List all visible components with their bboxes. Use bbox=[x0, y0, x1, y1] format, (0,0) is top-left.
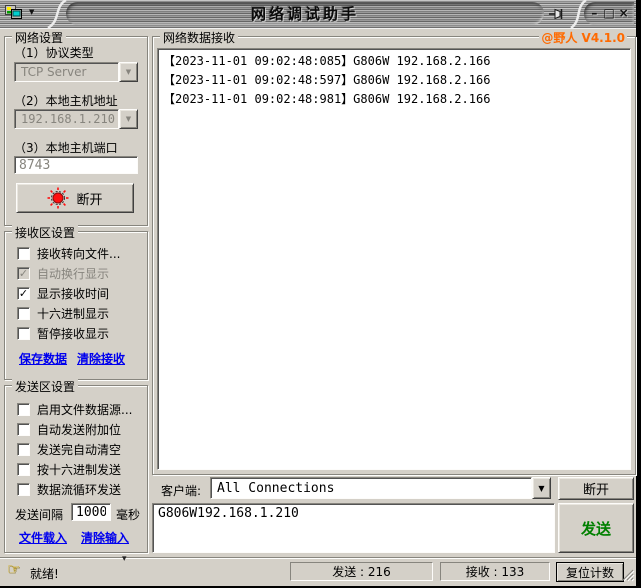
protocol-combobox[interactable]: TCP Server ▼ bbox=[14, 62, 138, 82]
checkbox-box[interactable]: ✓ bbox=[17, 423, 30, 436]
checkbox-box[interactable]: ✓ bbox=[17, 403, 30, 416]
protocol-dropdown-arrow-icon[interactable]: ▼ bbox=[119, 62, 138, 82]
send-settings-title: 发送区设置 bbox=[12, 378, 79, 395]
checkbox-loop-send[interactable]: ✓ 数据流循环发送 bbox=[17, 482, 121, 497]
network-data-receive-title: 网络数据接收 bbox=[160, 29, 239, 46]
address-combobox[interactable]: 192.168.1.210 ▼ bbox=[14, 109, 138, 129]
protocol-label: （1）协议类型 bbox=[14, 46, 94, 60]
send-button[interactable]: 发送 bbox=[558, 503, 634, 553]
disconnect-button-main[interactable]: 断开 bbox=[16, 183, 134, 213]
address-dropdown-arrow-icon[interactable]: ▼ bbox=[119, 109, 138, 129]
titlebar[interactable]: ▼ 网络调试助手 – □ × bbox=[0, 0, 636, 29]
address-label: （2）本地主机地址 bbox=[14, 94, 118, 108]
title-area: 网络调试助手 bbox=[66, 2, 544, 25]
client-combobox[interactable]: All Connections ▼ bbox=[210, 477, 551, 499]
log-line: 【2023-11-01 09:02:48:981】G806W 192.168.2… bbox=[163, 92, 491, 106]
checkbox-file-data-source[interactable]: ✓ 启用文件数据源... bbox=[17, 402, 132, 417]
reset-count-button[interactable]: 复位计数 bbox=[556, 562, 624, 582]
ready-hand-icon: ☞ bbox=[7, 560, 21, 578]
client-dropdown-arrow-icon[interactable]: ▼ bbox=[532, 477, 551, 499]
checkbox-box[interactable]: ✓ bbox=[17, 247, 30, 260]
window-controls: – □ × bbox=[584, 2, 634, 25]
received-counter: 接收 : 133 bbox=[440, 562, 550, 581]
network-settings-group: 网络设置 （1）协议类型 TCP Server ▼ （2）本地主机地址 192.… bbox=[4, 29, 148, 226]
log-line: 【2023-11-01 09:02:48:597】G806W 192.168.2… bbox=[163, 73, 491, 87]
clear-receive-link[interactable]: 清除接收 bbox=[77, 350, 125, 367]
checkbox-box[interactable]: ✓ bbox=[17, 483, 30, 496]
sent-counter: 发送 : 216 bbox=[290, 562, 433, 581]
titlebar-swoosh-left bbox=[47, 0, 67, 28]
send-interval-unit: 毫秒 bbox=[116, 508, 141, 522]
port-label: （3）本地主机端口 bbox=[14, 141, 118, 155]
address-value: 192.168.1.210 bbox=[14, 109, 119, 129]
log-line: 【2023-11-01 09:02:48:085】G806W 192.168.2… bbox=[163, 54, 491, 68]
receive-settings-group: 接收区设置 ✓ 接收转向文件... ✓ 自动换行显示 ✓ 显示接收时间 ✓ 十六… bbox=[4, 224, 148, 380]
checkbox-auto-wrap: ✓ 自动换行显示 bbox=[17, 267, 110, 281]
checkbox-show-receive-time[interactable]: ✓ 显示接收时间 bbox=[17, 286, 109, 301]
checkbox-box[interactable]: ✓ bbox=[17, 327, 30, 340]
checkbox-box[interactable]: ✓ bbox=[17, 287, 30, 300]
receive-log-area[interactable]: 【2023-11-01 09:02:48:085】G806W 192.168.2… bbox=[157, 48, 631, 470]
checkbox-receive-to-file[interactable]: ✓ 接收转向文件... bbox=[17, 246, 120, 261]
checkbox-send-as-hex[interactable]: ✓ 按十六进制发送 bbox=[17, 462, 121, 477]
load-file-link[interactable]: 文件载入 bbox=[19, 529, 67, 546]
clear-input-link[interactable]: 清除输入 bbox=[81, 529, 129, 546]
send-interval-label: 发送间隔 bbox=[15, 508, 64, 522]
checkbox-box[interactable]: ✓ bbox=[17, 443, 30, 456]
resize-grip[interactable] bbox=[621, 568, 635, 585]
send-settings-group: 发送区设置 ✓ 启用文件数据源... ✓ 自动发送附加位 ✓ 发送完自动清空 ✓… bbox=[4, 378, 148, 553]
maximize-button[interactable]: □ bbox=[602, 3, 617, 24]
splitter-arrow-icon: ▾ bbox=[122, 554, 127, 564]
minimize-button[interactable]: – bbox=[587, 3, 602, 24]
send-input[interactable]: G806W192.168.1.210 bbox=[152, 503, 555, 553]
pin-icon[interactable] bbox=[548, 6, 568, 25]
client-selected-value: All Connections bbox=[210, 477, 532, 499]
checkbox-hex-display[interactable]: ✓ 十六进制显示 bbox=[17, 306, 109, 321]
close-button[interactable]: × bbox=[616, 3, 631, 24]
send-interval-input[interactable] bbox=[71, 503, 111, 521]
disconnect-button-label: 断开 bbox=[76, 192, 103, 208]
window-title: 网络调试助手 bbox=[250, 5, 359, 23]
checkbox-auto-send-append[interactable]: ✓ 自动发送附加位 bbox=[17, 422, 121, 437]
client-label: 客户端: bbox=[161, 484, 202, 498]
port-input[interactable] bbox=[14, 156, 138, 174]
status-message: 就绪! bbox=[30, 567, 59, 581]
status-bar: ▾ ☞ 就绪! 发送 : 216 接收 : 133 复位计数 bbox=[0, 554, 636, 586]
disconnect-button-client[interactable]: 断开 bbox=[558, 477, 634, 500]
app-icon[interactable] bbox=[5, 5, 22, 24]
app-window: ▼ 网络调试助手 – □ × 网络设置 （1）协议类型 TCP Server ▼… bbox=[0, 0, 636, 586]
checkbox-box[interactable]: ✓ bbox=[17, 463, 30, 476]
checkbox-box[interactable]: ✓ bbox=[17, 307, 30, 320]
red-led-icon bbox=[47, 187, 69, 209]
save-data-link[interactable]: 保存数据 bbox=[19, 350, 67, 367]
network-data-receive-group: 网络数据接收 @野人 V4.1.0 【2023-11-01 09:02:48:0… bbox=[152, 29, 636, 475]
receive-settings-title: 接收区设置 bbox=[12, 224, 79, 241]
system-menu-arrow-icon[interactable]: ▼ bbox=[29, 8, 34, 16]
checkbox-clear-after-send[interactable]: ✓ 发送完自动清空 bbox=[17, 442, 121, 457]
checkbox-pause-receive[interactable]: ✓ 暂停接收显示 bbox=[17, 326, 109, 341]
protocol-value: TCP Server bbox=[14, 62, 119, 82]
version-label: @野人 V4.1.0 bbox=[539, 29, 627, 46]
checkbox-box: ✓ bbox=[17, 267, 30, 280]
